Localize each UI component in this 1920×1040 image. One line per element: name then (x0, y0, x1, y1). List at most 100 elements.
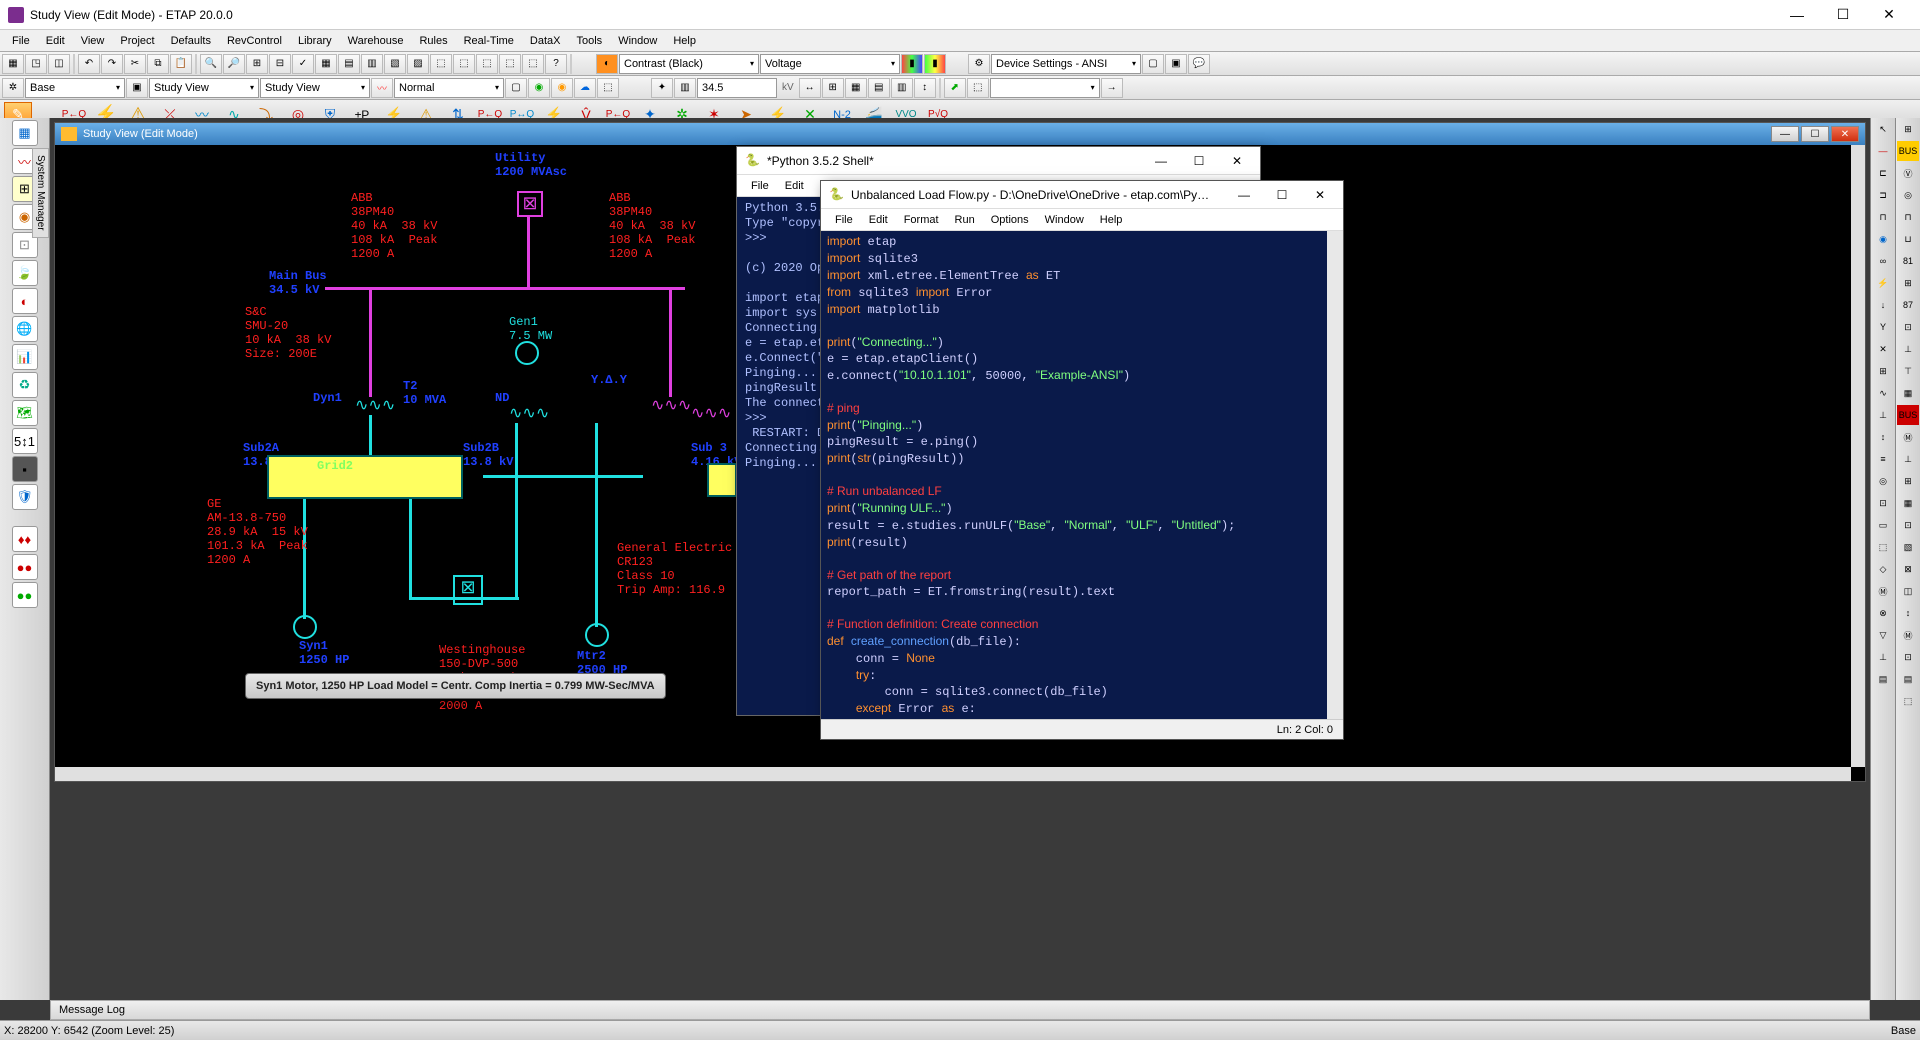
study-vscroll[interactable] (1851, 145, 1865, 767)
menu-revcontrol[interactable]: RevControl (219, 33, 290, 49)
tb1-btn[interactable]: ▧ (384, 54, 406, 74)
ls-btn[interactable]: 🛡 (12, 484, 38, 510)
tb3-btn[interactable]: → (1101, 78, 1123, 98)
tb1-btn[interactable]: ◳ (25, 54, 47, 74)
tb3-btn[interactable]: ☁ (574, 78, 596, 98)
menu-defaults[interactable]: Defaults (163, 33, 219, 49)
menu-window[interactable]: Window (610, 33, 665, 49)
rs-btn[interactable]: Ⓥ (1897, 163, 1919, 183)
rs-btn[interactable]: ⊞ (1897, 471, 1919, 491)
rs-btn[interactable]: ⊞ (1897, 273, 1919, 293)
tb1-btn[interactable]: ⧉ (147, 54, 169, 74)
tb1-btn[interactable]: ✓ (292, 54, 314, 74)
study2-combo[interactable]: Study View▾ (260, 78, 370, 98)
ed-menu-format[interactable]: Format (896, 212, 947, 228)
tb1-btn[interactable]: 🔍 (200, 54, 222, 74)
tb3-btn[interactable]: ✦ (651, 78, 673, 98)
tb3-btn[interactable]: ▣ (126, 78, 148, 98)
rs-btn[interactable]: ⊠ (1897, 559, 1919, 579)
rs-btn[interactable]: ≡ (1872, 449, 1894, 469)
tb2-btn[interactable]: ▣ (1165, 54, 1187, 74)
tb1-btn[interactable]: ⬚ (499, 54, 521, 74)
ed-menu-options[interactable]: Options (983, 212, 1037, 228)
rs-btn[interactable]: BUS (1897, 405, 1919, 425)
rs-btn[interactable]: ⊤ (1897, 361, 1919, 381)
rs-btn[interactable]: ↖ (1872, 119, 1894, 139)
rs-btn[interactable]: ◫ (1897, 581, 1919, 601)
tb3-btn[interactable]: ⬚ (967, 78, 989, 98)
ed-menu-run[interactable]: Run (947, 212, 983, 228)
base-combo[interactable]: Base▾ (25, 78, 125, 98)
rs-btn[interactable]: ↕ (1872, 427, 1894, 447)
rs-btn[interactable]: ⊏ (1872, 163, 1894, 183)
rs-btn[interactable]: ⚡ (1872, 273, 1894, 293)
sub3-box[interactable] (707, 463, 737, 497)
rs-btn[interactable]: ◎ (1897, 185, 1919, 205)
rs-btn[interactable]: ⊥ (1872, 647, 1894, 667)
tb3-btn[interactable]: ↕ (914, 78, 936, 98)
tb1-btn[interactable]: ⬚ (453, 54, 475, 74)
tb1-btn[interactable]: ✂ (124, 54, 146, 74)
tb2-btn[interactable]: ▮ (924, 54, 946, 74)
editor-max-button[interactable]: ☐ (1267, 188, 1297, 202)
system-manager-tab[interactable]: System Manager (32, 148, 49, 238)
rs-btn[interactable]: ↓ (1872, 295, 1894, 315)
rs-btn[interactable]: ▦ (1897, 493, 1919, 513)
rs-btn[interactable]: ⊡ (1897, 317, 1919, 337)
tb3-btn[interactable]: ▢ (505, 78, 527, 98)
tb3-btn[interactable]: ⬚ (597, 78, 619, 98)
tb1-btn[interactable]: ↶ (78, 54, 100, 74)
normal-combo[interactable]: Normal▾ (394, 78, 504, 98)
rs-btn[interactable]: ⬚ (1872, 537, 1894, 557)
rs-btn[interactable]: ⊓ (1872, 207, 1894, 227)
num-combo[interactable]: 34.5 (697, 78, 777, 98)
tb3-btn[interactable]: ◉ (528, 78, 550, 98)
menu-help[interactable]: Help (665, 33, 704, 49)
tb3-btn[interactable]: ⊞ (822, 78, 844, 98)
rs-btn[interactable]: ▧ (1897, 537, 1919, 557)
rs-btn[interactable]: ∞ (1872, 251, 1894, 271)
tb3-btn[interactable]: ⬈ (944, 78, 966, 98)
rs-btn[interactable]: ⊡ (1897, 647, 1919, 667)
rs-btn[interactable]: ⊞ (1897, 119, 1919, 139)
editor-close-button[interactable]: ✕ (1305, 188, 1335, 202)
tb1-btn[interactable]: ? (545, 54, 567, 74)
tb3-btn[interactable]: ✲ (2, 78, 24, 98)
tb1-btn[interactable]: ⬚ (522, 54, 544, 74)
ed-menu-window[interactable]: Window (1037, 212, 1092, 228)
study-hscroll[interactable] (55, 767, 1851, 781)
rs-btn[interactable]: ⊡ (1872, 493, 1894, 513)
rs-btn[interactable]: 81 (1897, 251, 1919, 271)
shell-min-button[interactable]: — (1146, 154, 1176, 168)
menu-warehouse[interactable]: Warehouse (340, 33, 412, 49)
tb1-btn[interactable]: ▦ (315, 54, 337, 74)
menu-file[interactable]: File (4, 33, 38, 49)
rs-btn[interactable]: ⊗ (1872, 603, 1894, 623)
tb3-btn[interactable]: ↔ (799, 78, 821, 98)
rs-btn[interactable]: ▤ (1897, 669, 1919, 689)
tb1-btn[interactable]: ◫ (48, 54, 70, 74)
ls-btn[interactable]: 5↕1 (12, 428, 38, 454)
ls-btn[interactable]: ▪ (12, 456, 38, 482)
tb3-btn[interactable]: ◉ (551, 78, 573, 98)
shell-menu-edit[interactable]: Edit (777, 178, 812, 194)
tb3-btn[interactable]: ▥ (891, 78, 913, 98)
menu-library[interactable]: Library (290, 33, 340, 49)
tb1-btn[interactable]: ↷ (101, 54, 123, 74)
rs-btn[interactable]: Ⓜ (1897, 625, 1919, 645)
gen-symbol[interactable] (515, 341, 539, 365)
rs-btn[interactable]: ∿ (1872, 383, 1894, 403)
ls-btn[interactable]: ●● (12, 582, 38, 608)
rs-btn[interactable]: Ⓜ (1897, 427, 1919, 447)
rs-btn[interactable]: ✕ (1872, 339, 1894, 359)
tb3-combo[interactable]: ▾ (990, 78, 1100, 98)
menu-view[interactable]: View (73, 33, 113, 49)
tb1-btn[interactable]: ▤ (338, 54, 360, 74)
rs-btn[interactable]: BUS (1897, 141, 1919, 161)
close-button[interactable]: ✕ (1866, 0, 1912, 30)
block-symbol[interactable]: ⊠ (453, 575, 483, 605)
ed-menu-edit[interactable]: Edit (861, 212, 896, 228)
editor-body[interactable]: import etap import sqlite3 import xml.et… (821, 231, 1327, 719)
tb3-btn[interactable]: ▤ (868, 78, 890, 98)
tb2-btn[interactable]: ▮ (901, 54, 923, 74)
